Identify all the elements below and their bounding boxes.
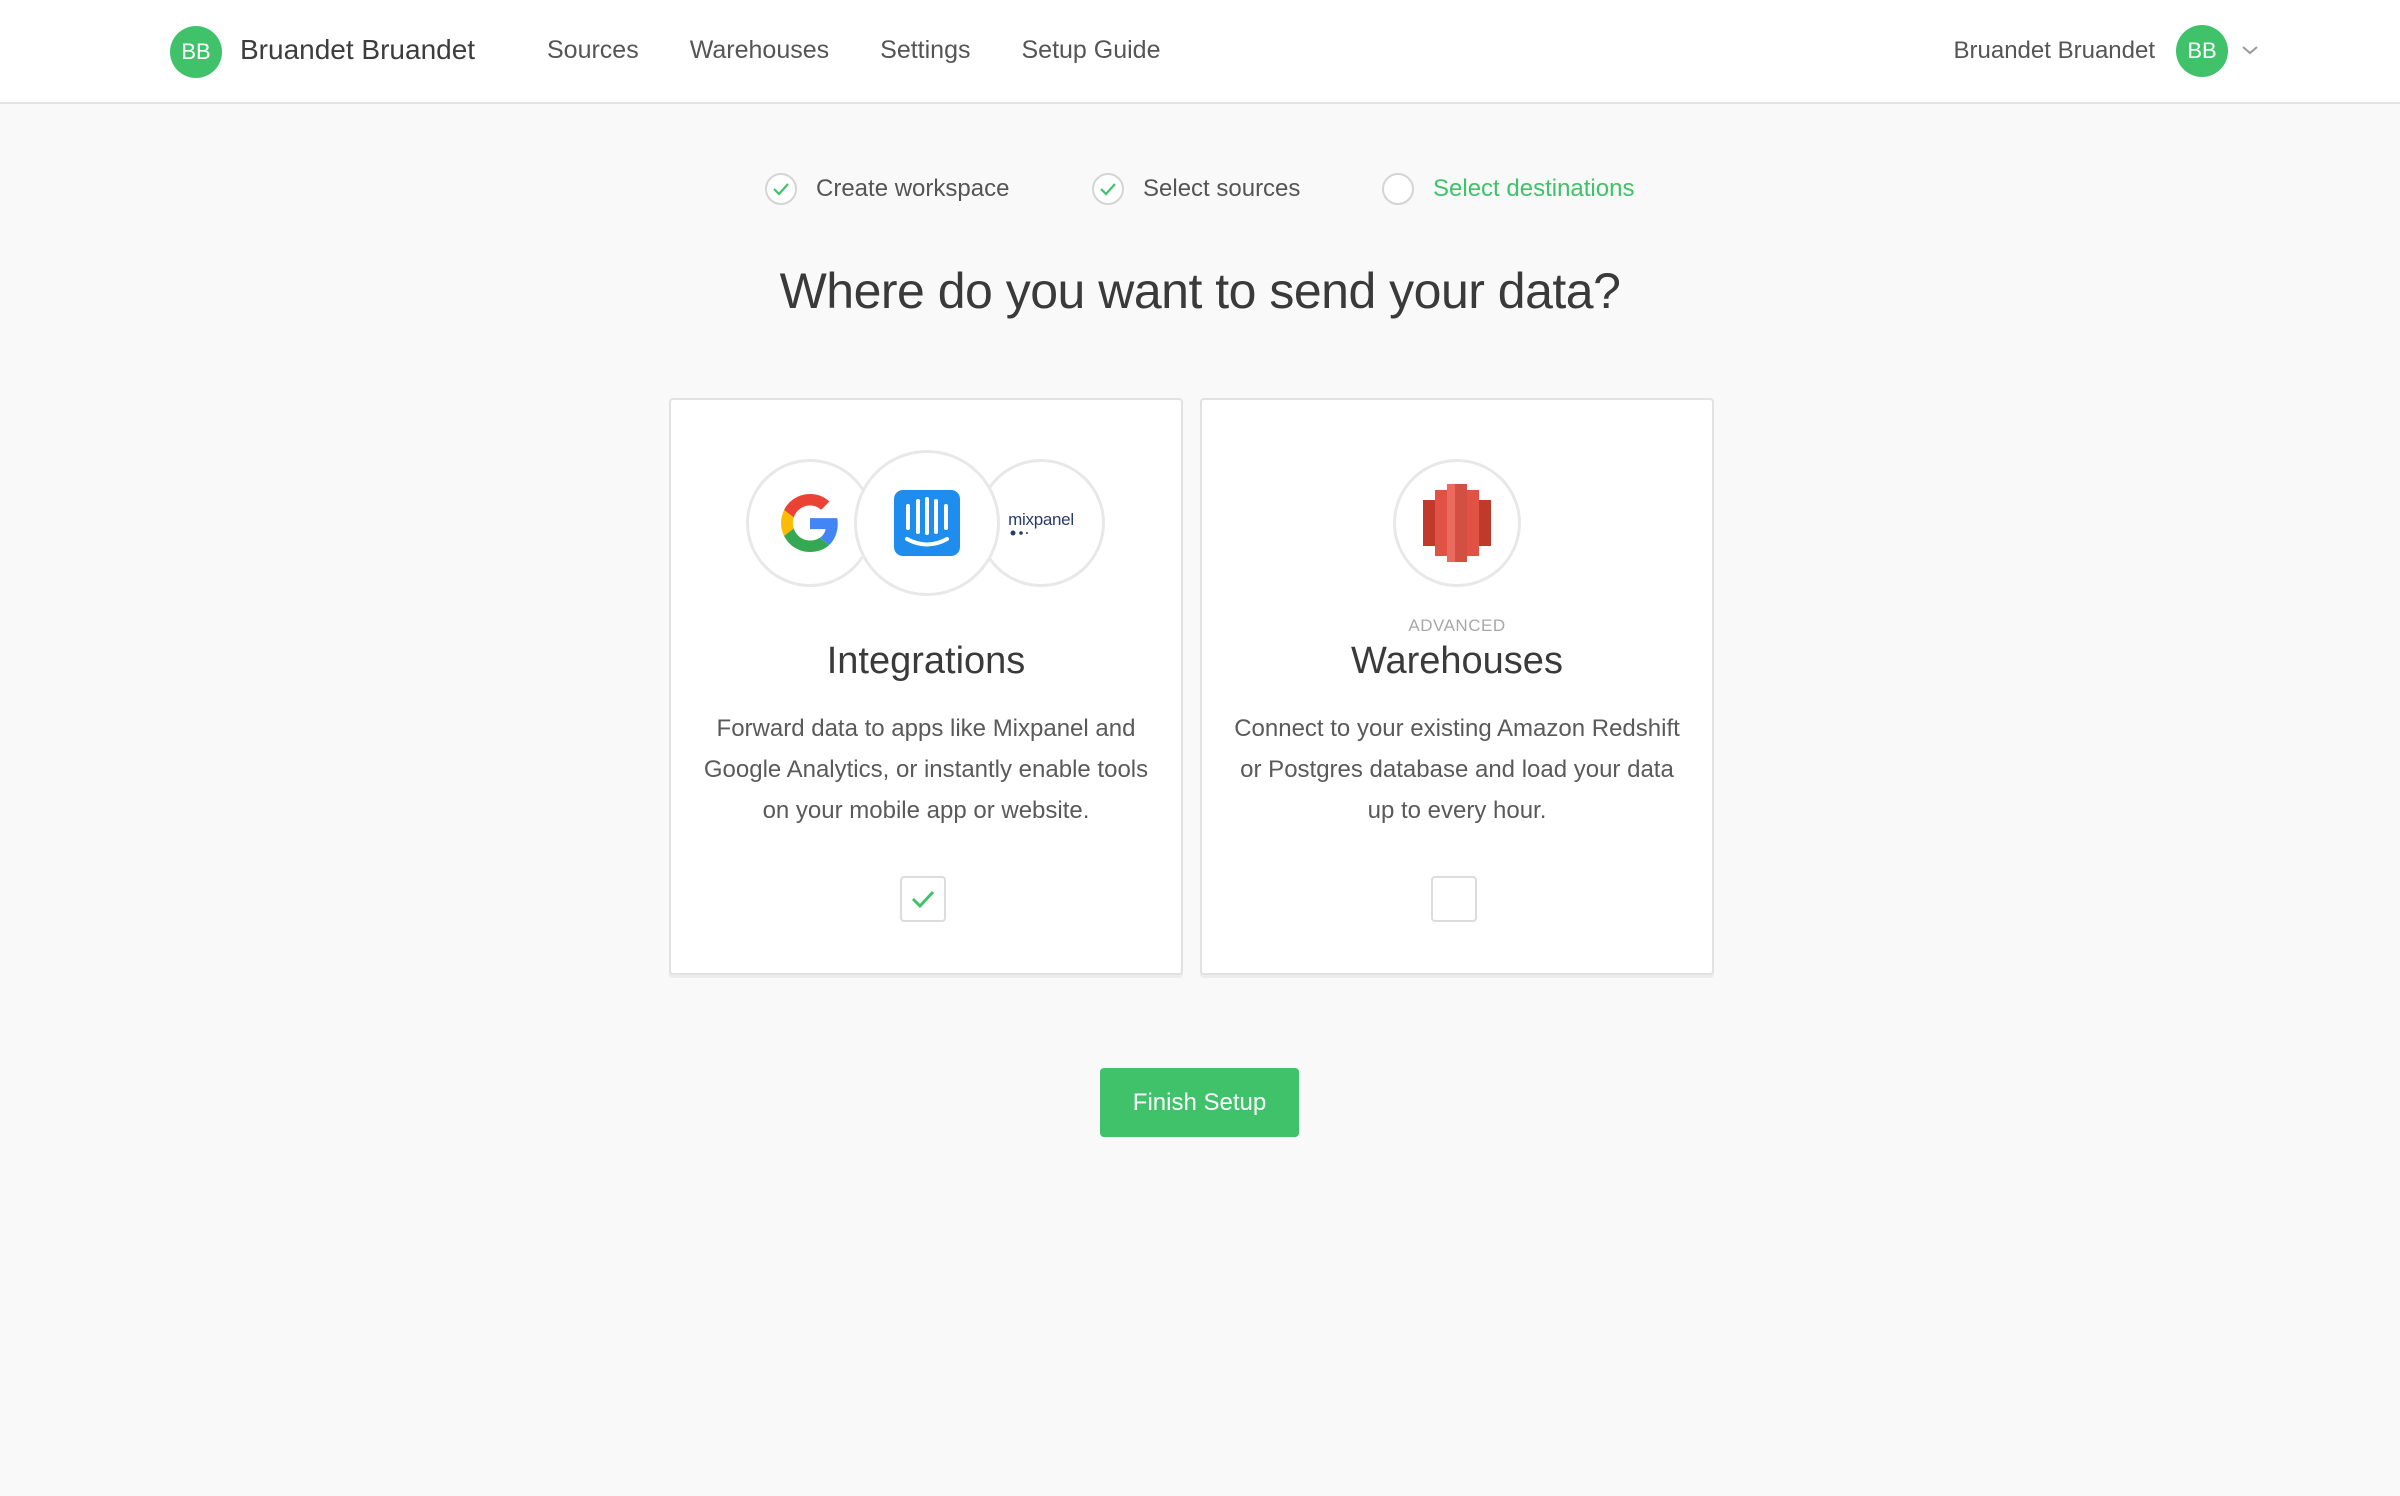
empty-circle-icon	[1382, 173, 1414, 205]
warehouses-checkbox[interactable]	[1431, 876, 1477, 922]
finish-setup-button[interactable]: Finish Setup	[1100, 1068, 1299, 1137]
nav-warehouses[interactable]: Warehouses	[690, 32, 829, 68]
card-description: Connect to your existing Amazon Redshift…	[1234, 715, 1680, 824]
step-label: Create workspace	[816, 175, 1010, 202]
main-nav: Sources Warehouses Settings Setup Guide	[547, 32, 1211, 68]
integrations-card[interactable]: mixpanel Integrations Forward data to ap…	[669, 398, 1183, 975]
setup-steps: Create workspace Select sources Select d…	[0, 171, 2400, 207]
advanced-label: ADVANCED	[1408, 616, 1506, 635]
card-description: Forward data to apps like Mixpanel and G…	[703, 715, 1149, 824]
mixpanel-text: mixpanel	[1008, 510, 1074, 529]
step-create-workspace: Create workspace	[765, 171, 1009, 207]
check-icon	[1092, 173, 1124, 205]
page-title: Where do you want to send your data?	[779, 263, 1621, 319]
redshift-icon	[1393, 459, 1521, 587]
top-navigation-bar: BB Bruandet Bruandet Sources Warehouses …	[0, 0, 2400, 104]
card-title: Integrations	[826, 640, 1026, 682]
user-name[interactable]: Bruandet Bruandet	[1954, 33, 2155, 69]
integrations-checkbox[interactable]	[900, 876, 946, 922]
nav-sources[interactable]: Sources	[547, 32, 639, 68]
user-avatar[interactable]: BB	[2176, 25, 2228, 77]
chevron-down-icon[interactable]	[2241, 43, 2259, 57]
card-title: Warehouses	[1351, 640, 1563, 682]
intercom-icon	[854, 450, 1000, 596]
step-select-sources: Select sources	[1092, 171, 1300, 207]
workspace-name[interactable]: Bruandet Bruandet	[240, 32, 475, 68]
step-label: Select destinations	[1433, 175, 1635, 202]
workspace-avatar[interactable]: BB	[170, 26, 222, 78]
nav-settings[interactable]: Settings	[880, 32, 970, 68]
step-select-destinations: Select destinations	[1382, 171, 1634, 207]
step-label: Select sources	[1143, 175, 1301, 202]
check-icon	[765, 173, 797, 205]
check-icon	[911, 890, 935, 909]
nav-setup-guide[interactable]: Setup Guide	[1021, 32, 1160, 68]
warehouses-card[interactable]: ADVANCED Warehouses Connect to your exis…	[1200, 398, 1714, 975]
